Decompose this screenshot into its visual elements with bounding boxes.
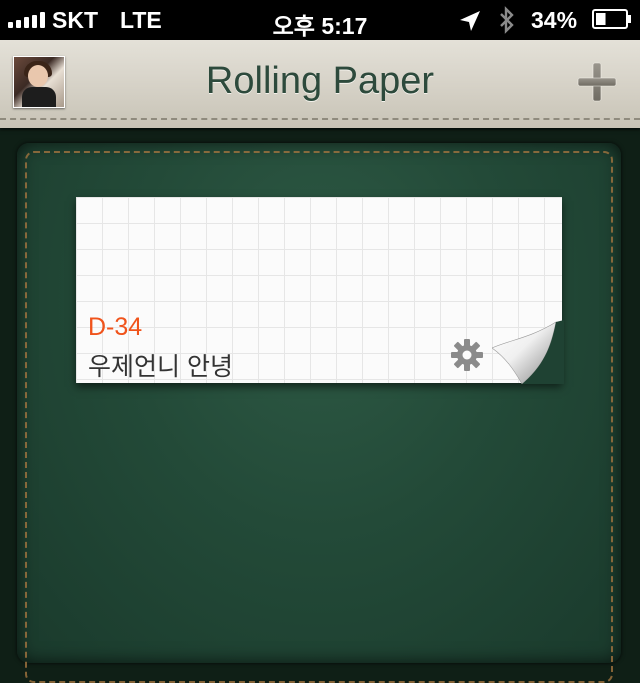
battery-percent: 34% — [531, 7, 578, 33]
note-title: 우제언니 안녕 — [88, 353, 233, 381]
d-day-label: D-34 — [88, 313, 143, 341]
location-icon — [460, 11, 480, 31]
rolling-paper-note[interactable]: D-34 우제언니 안녕 — [76, 197, 564, 384]
bluetooth-icon — [500, 6, 514, 34]
page-curl — [492, 320, 564, 384]
gear-icon[interactable] — [450, 338, 484, 372]
nav-bar: Rolling Paper — [0, 40, 640, 128]
page-title: Rolling Paper — [205, 60, 435, 102]
battery-icon — [592, 9, 631, 29]
add-icon[interactable] — [576, 61, 618, 103]
status-bar: SKT LTE 오후 5:17 34% — [0, 0, 640, 40]
